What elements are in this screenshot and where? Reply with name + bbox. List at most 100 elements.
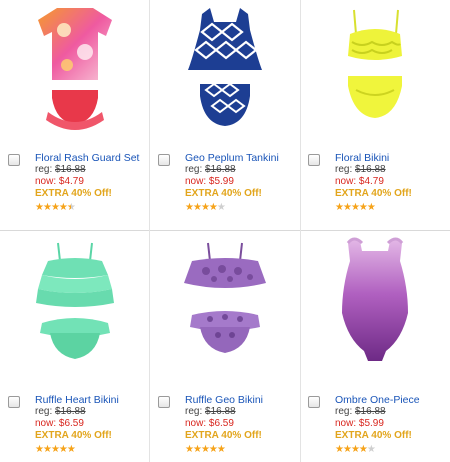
product-image[interactable] — [312, 231, 438, 373]
compare-checkbox[interactable] — [8, 154, 20, 166]
compare-checkbox[interactable] — [308, 396, 320, 408]
product-grid: Floral Rash Guard Set reg: $16.88 now: $… — [0, 0, 450, 462]
reg-price-value: $16.88 — [205, 406, 236, 417]
star-icon: ★ — [35, 444, 44, 455]
star-icon: ★ — [358, 444, 368, 455]
compare-checkbox[interactable] — [308, 154, 320, 166]
star-icon: ★ — [192, 444, 202, 455]
sale-price: now: $6.59 — [185, 418, 297, 430]
star-icon: ★ — [366, 202, 376, 213]
regular-price: reg: $16.88 — [335, 164, 447, 176]
reg-label: reg: — [335, 164, 353, 175]
product-info: Ruffle Heart Bikini reg: $16.88 now: $6.… — [35, 394, 147, 455]
promo-text: EXTRA 40% Off! — [35, 188, 112, 199]
star-icon: ★ — [350, 444, 360, 455]
product-card: Geo Peplum Tankini reg: $16.88 now: $5.9… — [150, 0, 300, 231]
promo-text: EXTRA 40% Off! — [335, 188, 412, 199]
product-image[interactable] — [12, 231, 138, 373]
product-info: Geo Peplum Tankini reg: $16.88 now: $5.9… — [185, 152, 297, 213]
regular-price: reg: $16.88 — [35, 164, 147, 176]
now-label: now: — [185, 418, 207, 429]
star-icon: ★ — [200, 444, 210, 455]
star-icon: ★ — [342, 444, 352, 455]
star-icon: ★ — [216, 444, 226, 455]
star-icon: ★ — [192, 202, 202, 213]
product-name-link[interactable]: Floral Bikini — [335, 152, 447, 164]
star-rating: ★ ★ ★ ★ ★ — [35, 445, 147, 455]
product-info: Ombre One-Piece reg: $16.88 now: $5.99 E… — [335, 394, 447, 455]
now-price-value: $6.59 — [58, 418, 84, 429]
reg-label: reg: — [35, 406, 53, 417]
product-card: Ombre One-Piece reg: $16.88 now: $5.99 E… — [300, 231, 450, 462]
star-icon: ★ — [216, 202, 226, 213]
star-icon: ★ — [358, 202, 368, 213]
product-info: Ruffle Geo Bikini reg: $16.88 now: $6.59… — [185, 394, 297, 455]
reg-label: reg: — [185, 164, 203, 175]
star-icon: ★ — [66, 202, 76, 213]
product-image[interactable] — [162, 0, 288, 142]
product-card: Ruffle Geo Bikini reg: $16.88 now: $6.59… — [150, 231, 300, 462]
product-image[interactable] — [12, 0, 138, 142]
star-rating: ★ ★ ★ ★ ★ — [335, 445, 447, 455]
star-icon: ★ — [185, 202, 194, 213]
star-rating: ★ ★ ★ ★ ★ — [185, 203, 297, 213]
regular-price: reg: $16.88 — [185, 406, 297, 418]
product-card: Floral Bikini reg: $16.88 now: $4.79 EXT… — [300, 0, 450, 231]
product-name-link[interactable]: Ombre One-Piece — [335, 394, 447, 406]
promo-text: EXTRA 40% Off! — [185, 188, 262, 199]
regular-price: reg: $16.88 — [35, 406, 147, 418]
star-icon: ★ — [58, 202, 68, 213]
product-name-link[interactable]: Ruffle Heart Bikini — [35, 394, 147, 406]
promo-text: EXTRA 40% Off! — [35, 430, 112, 441]
star-rating: ★ ★ ★ ★ ★ — [185, 445, 297, 455]
star-icon: ★ — [35, 202, 44, 213]
product-info: Floral Rash Guard Set reg: $16.88 now: $… — [35, 152, 147, 213]
now-label: now: — [335, 418, 357, 429]
star-icon: ★ — [350, 202, 360, 213]
sale-price: now: $6.59 — [35, 418, 147, 430]
reg-label: reg: — [335, 406, 353, 417]
sale-price: now: $4.79 — [335, 176, 447, 188]
reg-label: reg: — [35, 164, 53, 175]
product-image[interactable] — [312, 0, 438, 142]
now-price-value: $5.99 — [358, 418, 384, 429]
star-icon: ★ — [335, 202, 344, 213]
star-icon: ★ — [185, 444, 194, 455]
reg-price-value: $16.88 — [355, 164, 386, 175]
now-label: now: — [185, 176, 207, 187]
product-name-link[interactable]: Ruffle Geo Bikini — [185, 394, 297, 406]
now-label: now: — [35, 176, 57, 187]
regular-price: reg: $16.88 — [335, 406, 447, 418]
star-icon: ★ — [200, 202, 210, 213]
compare-checkbox[interactable] — [158, 396, 170, 408]
now-price-value: $4.79 — [358, 176, 384, 187]
product-name-link[interactable]: Floral Rash Guard Set — [35, 152, 147, 164]
reg-label: reg: — [185, 406, 203, 417]
promo-text: EXTRA 40% Off! — [185, 430, 262, 441]
compare-checkbox[interactable] — [158, 154, 170, 166]
product-name-link[interactable]: Geo Peplum Tankini — [185, 152, 297, 164]
promo-text: EXTRA 40% Off! — [335, 430, 412, 441]
product-card: Ruffle Heart Bikini reg: $16.88 now: $6.… — [0, 231, 150, 462]
star-icon: ★ — [42, 444, 52, 455]
star-icon: ★ — [50, 202, 60, 213]
now-label: now: — [35, 418, 57, 429]
star-icon: ★ — [208, 444, 218, 455]
sale-price: now: $4.79 — [35, 176, 147, 188]
star-icon: ★ — [50, 444, 60, 455]
reg-price-value: $16.88 — [355, 406, 386, 417]
star-rating: ★ ★ ★ ★ ★ — [335, 203, 447, 213]
compare-checkbox[interactable] — [8, 396, 20, 408]
product-card: Floral Rash Guard Set reg: $16.88 now: $… — [0, 0, 150, 231]
star-icon: ★ — [58, 444, 68, 455]
star-icon: ★ — [342, 202, 352, 213]
reg-price-value: $16.88 — [205, 164, 236, 175]
star-rating: ★ ★ ★ ★ ★ — [35, 203, 147, 213]
product-image[interactable] — [162, 231, 288, 373]
star-icon: ★ — [42, 202, 52, 213]
sale-price: now: $5.99 — [335, 418, 447, 430]
now-label: now: — [335, 176, 357, 187]
reg-price-value: $16.88 — [55, 406, 86, 417]
regular-price: reg: $16.88 — [185, 164, 297, 176]
star-icon: ★ — [66, 444, 76, 455]
